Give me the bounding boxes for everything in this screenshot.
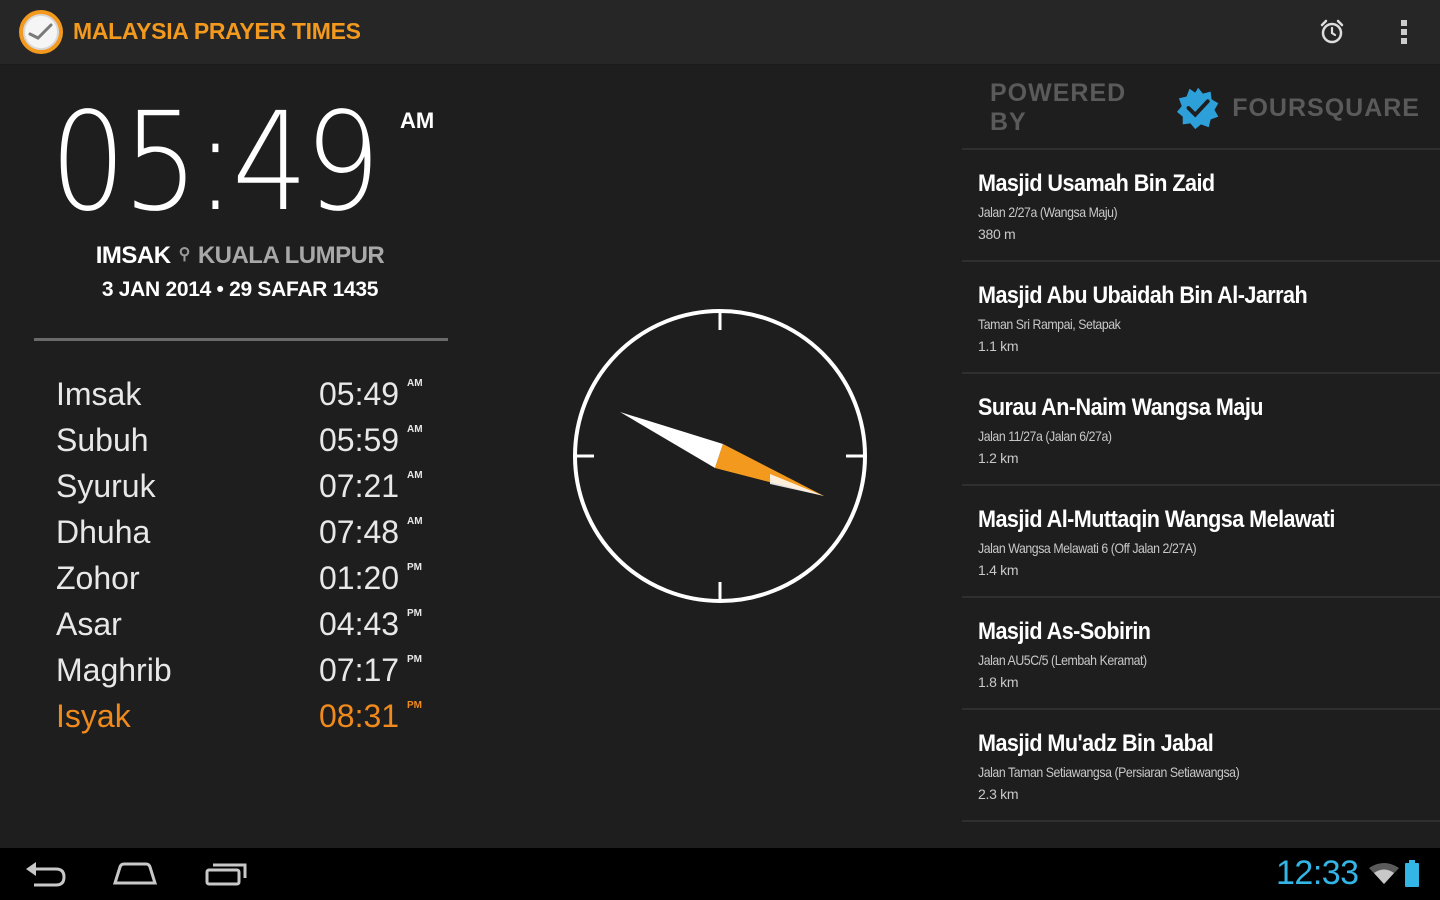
prayer-time: 07:21 xyxy=(319,468,400,504)
alarm-button[interactable] xyxy=(1310,10,1354,54)
prayer-name: Imsak xyxy=(56,376,142,412)
home-icon xyxy=(112,862,158,885)
prayer-name: Maghrib xyxy=(56,652,172,688)
mosque-name: Masjid Usamah Bin Zaid xyxy=(978,170,1215,197)
prayer-row-syuruk: Syuruk 07:21 AM xyxy=(56,464,436,510)
prayer-time: 08:31 xyxy=(319,698,400,734)
prayer-row-asar: Asar 04:43 PM xyxy=(56,602,436,648)
prayer-name: Isyak xyxy=(56,698,131,734)
mosque-name: Surau An-Naim Wangsa Maju xyxy=(978,394,1263,421)
qibla-compass xyxy=(570,306,870,606)
mosque-name: Masjid Mu'adz Bin Jabal xyxy=(978,730,1214,757)
prayer-ampm: PM xyxy=(407,608,422,619)
system-nav-bar: 12:33 xyxy=(0,848,1440,900)
mosque-address: Taman Sri Rampai, Setapak xyxy=(978,316,1121,332)
prayer-time: 01:20 xyxy=(319,560,400,596)
prayer-row-isyak: Isyak 08:31 PM xyxy=(56,694,436,740)
list-item[interactable] xyxy=(962,820,1440,846)
prayer-time: 05:49 xyxy=(319,376,400,412)
prayer-ampm: AM xyxy=(407,470,423,481)
mosque-address: Jalan 2/27a (Wangsa Maju) xyxy=(978,204,1118,220)
back-icon xyxy=(26,862,66,887)
app-logo-icon[interactable] xyxy=(17,8,65,56)
prayer-ampm: PM xyxy=(407,654,422,665)
mosque-distance: 2.3 km xyxy=(978,786,1019,802)
app-title: MALAYSIA PRAYER TIMES xyxy=(73,18,361,44)
list-item[interactable]: Masjid Usamah Bin Zaid Jalan 2/27a (Wang… xyxy=(962,148,1440,260)
home-button[interactable] xyxy=(105,854,165,894)
prayer-name: Zohor xyxy=(56,560,140,596)
prayer-time: 04:43 xyxy=(319,606,400,642)
prayer-row-subuh: Subuh 05:59 AM xyxy=(56,418,436,464)
prayer-ampm: PM xyxy=(407,562,422,573)
prayer-name: Syuruk xyxy=(56,468,156,504)
prayer-name: Subuh xyxy=(56,422,149,458)
prayer-name: Dhuha xyxy=(56,514,151,550)
prayer-row-zohor: Zohor 01:20 PM xyxy=(56,556,436,602)
app-root: MALAYSIA PRAYER TIMES 05:49 AM IMSAK ⚲ KUA… xyxy=(0,0,1440,900)
powered-by-foursquare[interactable]: POWERED BY FOURSQUARE xyxy=(990,79,1420,136)
prayer-ampm: PM xyxy=(407,700,422,711)
system-clock: 12:33 xyxy=(1276,854,1359,892)
prayer-times-list: Imsak 05:49 AM Subuh 05:59 AM Syuruk 07:… xyxy=(56,372,436,740)
mosque-address: Jalan 11/27a (Jalan 6/27a) xyxy=(978,428,1112,444)
alarm-icon xyxy=(1320,19,1344,44)
list-item[interactable]: Masjid As-Sobirin Jalan AU5C/5 (Lembah K… xyxy=(962,596,1440,708)
list-item[interactable]: Masjid Mu'adz Bin Jabal Jalan Taman Seti… xyxy=(962,708,1440,820)
list-item[interactable]: Masjid Al-Muttaqin Wangsa Melawati Jalan… xyxy=(962,484,1440,596)
divider xyxy=(34,338,448,341)
list-item[interactable]: Surau An-Naim Wangsa Maju Jalan 11/27a (… xyxy=(962,372,1440,484)
recent-apps-button[interactable] xyxy=(196,854,256,894)
nearby-mosques-list[interactable]: Masjid Usamah Bin Zaid Jalan 2/27a (Wang… xyxy=(962,148,1440,846)
compass-needle-white xyxy=(620,412,723,468)
location-name[interactable]: KUALA LUMPUR xyxy=(198,242,385,269)
prayer-ampm: AM xyxy=(407,378,423,389)
mosque-name: Masjid As-Sobirin xyxy=(978,618,1151,645)
list-item[interactable]: Masjid Abu Ubaidah Bin Al-Jarrah Taman S… xyxy=(962,260,1440,372)
current-time: 05:49 xyxy=(50,84,381,242)
current-time-ampm: AM xyxy=(400,108,435,133)
mosque-address: Jalan Taman Setiawangsa (Persiaran Setia… xyxy=(978,764,1240,780)
overflow-menu-icon xyxy=(1401,20,1407,44)
mosque-name: Masjid Al-Muttaqin Wangsa Melawati xyxy=(978,506,1335,533)
back-button[interactable] xyxy=(16,854,76,894)
prayer-time: 07:48 xyxy=(319,514,400,550)
mosque-distance: 1.4 km xyxy=(978,562,1019,578)
mosque-address: Jalan Wangsa Melawati 6 (Off Jalan 2/27A… xyxy=(978,540,1197,556)
mosque-distance: 1.8 km xyxy=(978,674,1019,690)
action-bar: MALAYSIA PRAYER TIMES xyxy=(0,0,1440,65)
mosque-distance: 380 m xyxy=(978,226,1016,242)
date-line: 3 JAN 2014 • 29 SAFAR 1435 xyxy=(101,278,379,301)
prayer-ampm: AM xyxy=(407,516,423,527)
current-prayer-name: IMSAK xyxy=(95,242,171,269)
battery-icon xyxy=(1405,860,1419,887)
prayer-name: Asar xyxy=(56,606,122,642)
mosque-distance: 1.2 km xyxy=(978,450,1019,466)
prayer-row-dhuha: Dhuha 07:48 AM xyxy=(56,510,436,556)
overflow-menu-button[interactable] xyxy=(1382,10,1426,54)
mosque-name: Masjid Abu Ubaidah Bin Al-Jarrah xyxy=(978,282,1308,309)
recent-apps-icon xyxy=(205,863,247,886)
mosque-address: Jalan AU5C/5 (Lembah Keramat) xyxy=(978,652,1147,668)
mosque-distance: 1.1 km xyxy=(978,338,1019,354)
wifi-icon xyxy=(1369,863,1399,884)
foursquare-brand-label: FOURSQUARE xyxy=(1232,93,1420,122)
powered-by-label: POWERED BY xyxy=(990,79,1127,136)
prayer-row-maghrib: Maghrib 07:17 PM xyxy=(56,648,436,694)
prayer-location-line: IMSAK ⚲ KUALA LUMPUR xyxy=(0,242,480,270)
prayer-row-imsak: Imsak 05:49 AM xyxy=(56,372,436,418)
prayer-time: 07:17 xyxy=(319,652,400,688)
prayer-ampm: AM xyxy=(407,424,423,435)
prayer-time: 05:59 xyxy=(319,422,400,458)
foursquare-check-icon xyxy=(1176,87,1219,130)
location-pin-icon: ⚲ xyxy=(178,246,191,263)
compass-needle-qibla xyxy=(715,444,824,496)
